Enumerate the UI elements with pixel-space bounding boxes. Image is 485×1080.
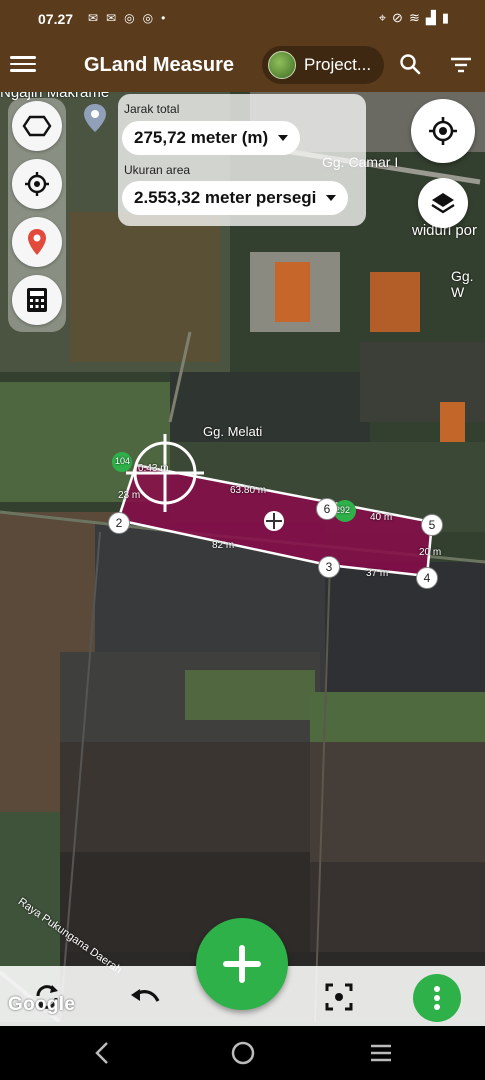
search-icon[interactable] <box>398 52 422 76</box>
mail-icon: ✉ <box>106 11 117 25</box>
project-label: Project... <box>304 55 372 74</box>
chevron-down-icon <box>326 195 337 201</box>
wifi-icon: ≋ <box>408 10 420 25</box>
system-nav-bar <box>0 1026 485 1080</box>
app-title: GLand Measure <box>84 54 235 76</box>
edge-length-label: 63.80 m <box>230 485 267 496</box>
place-label: Gg. Melati <box>203 424 263 439</box>
layers-icon <box>431 193 455 214</box>
area-unit-dropdown[interactable]: 2.553,32 meter persegi <box>122 181 349 215</box>
vertex-marker[interactable]: 2 <box>108 512 130 534</box>
measurement-card: Jarak total 275,72 meter (m) Ukuran area… <box>118 94 366 226</box>
edge-length-label: 20 m <box>419 547 442 558</box>
edge-length-label: 40 m <box>370 512 393 523</box>
edge-length-label: 37 m <box>366 568 389 579</box>
more-options-button[interactable] <box>413 974 461 1022</box>
home-icon[interactable] <box>230 1040 256 1066</box>
fit-view-button[interactable] <box>322 980 356 1014</box>
area-value: 2.553,32 meter persegi <box>134 188 317 207</box>
my-location-icon <box>429 117 457 145</box>
vertex-marker[interactable]: 6 <box>316 498 338 520</box>
project-selector[interactable]: Project... <box>262 46 384 84</box>
sync-icon: ◎ <box>142 11 154 25</box>
location-icon: ⌖ <box>378 10 387 25</box>
satellite-map[interactable]: Ngajin Makrame Gg. Camar I widuri por Gg… <box>0 92 485 1022</box>
filter-icon[interactable] <box>448 53 474 77</box>
distance-unit-dropdown[interactable]: 275,72 meter (m) <box>122 121 301 155</box>
signal-icon: ▟ <box>425 10 436 25</box>
tool-column <box>8 98 66 332</box>
distance-value: 275,72 meter (m) <box>134 128 269 147</box>
system-icons: ⌖ ⊘ ≋ ▟ ▮ <box>379 10 449 26</box>
add-marker-button[interactable] <box>12 217 62 267</box>
polygon-mode-button[interactable] <box>12 101 62 151</box>
mute-icon: ⊘ <box>392 10 403 25</box>
google-attribution: Google <box>8 994 76 1015</box>
edge-length-label: 23 m <box>118 490 141 501</box>
focus-icon <box>325 983 353 1011</box>
recents-icon[interactable] <box>368 1040 394 1066</box>
add-point-button[interactable] <box>196 918 288 1010</box>
my-location-button[interactable] <box>411 99 475 163</box>
sync-icon: ◎ <box>124 11 135 25</box>
chevron-down-icon <box>278 135 289 141</box>
calculator-icon <box>27 288 47 312</box>
undo-icon <box>131 989 160 1002</box>
app-bar: GLand Measure Project... <box>0 38 485 92</box>
status-bar: 07.27 ✉ ✉ ◎ ◎ • ⌖ ⊘ ≋ ▟ ▮ <box>0 0 485 38</box>
calculator-button[interactable] <box>12 275 62 325</box>
battery-icon: ▮ <box>441 10 449 25</box>
map-layers-button[interactable] <box>418 178 468 228</box>
gps-point-button[interactable] <box>12 159 62 209</box>
undo-button[interactable] <box>128 980 162 1014</box>
more-vertical-icon <box>434 986 440 1010</box>
place-label: Gg. W <box>451 268 474 300</box>
back-icon[interactable] <box>92 1040 112 1066</box>
menu-icon[interactable] <box>10 52 36 78</box>
vertex-marker[interactable]: 3 <box>318 556 340 578</box>
status-time: 07.27 <box>38 11 74 27</box>
area-label: Ukuran area <box>124 163 191 177</box>
project-thumbnail <box>268 51 296 79</box>
edge-length-label: 0.43 m <box>138 463 169 474</box>
side-chip-label: 104 <box>115 456 131 466</box>
dot-icon: • <box>161 11 166 25</box>
distance-label: Jarak total <box>124 102 180 116</box>
vertex-marker[interactable]: 5 <box>421 514 443 536</box>
edge-length-label: 82 m <box>212 540 235 551</box>
polygon-icon <box>22 115 52 137</box>
notification-icons: ✉ ✉ ◎ ◎ • <box>88 11 165 25</box>
location-pin-icon <box>28 229 46 255</box>
mail-icon: ✉ <box>88 11 99 25</box>
vertex-marker[interactable]: 4 <box>416 567 438 589</box>
plus-icon <box>223 945 261 983</box>
gps-icon <box>25 172 49 196</box>
